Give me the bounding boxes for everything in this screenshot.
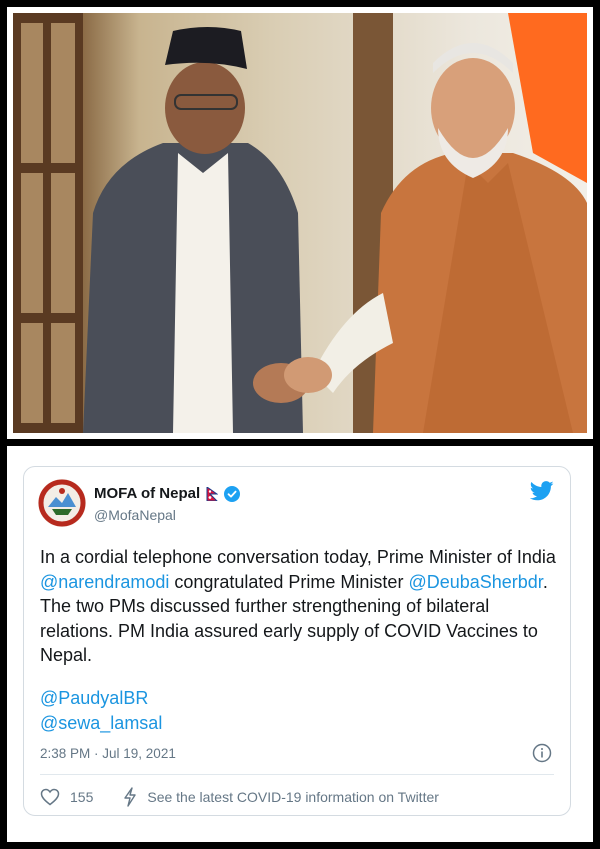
display-name[interactable]: MOFA of Nepal	[94, 485, 200, 502]
mention-link[interactable]: @narendramodi	[40, 572, 169, 592]
tweet-frame: MOFA of Nepal @MofaNepal In a cordial te…	[7, 446, 593, 842]
tweet-actions: 155 See the latest COVID-19 information …	[40, 785, 439, 809]
user-handle[interactable]: @MofaNepal	[94, 507, 176, 523]
tweet-card[interactable]: MOFA of Nepal @MofaNepal In a cordial te…	[23, 466, 571, 816]
mention-link[interactable]: @PaudyalBR	[40, 686, 162, 711]
like-count: 155	[70, 789, 94, 805]
verified-badge-icon	[224, 485, 241, 502]
twitter-bird-icon[interactable]	[530, 481, 554, 501]
heart-icon[interactable]	[40, 788, 60, 806]
mention-link[interactable]: @DeubaSherbdr	[408, 572, 542, 592]
tweet-body-text: congratulated Prime Minister	[169, 571, 409, 592]
photo-frame	[7, 7, 593, 439]
info-icon[interactable]	[532, 743, 552, 763]
mentions-list: @PaudyalBR @sewa_lamsal	[40, 686, 162, 735]
handshake-photo-art	[13, 13, 587, 433]
user-name-row[interactable]: MOFA of Nepal	[94, 485, 241, 502]
nepal-emblem-icon	[38, 479, 86, 527]
tweet-timestamp[interactable]: 2:38 PM · Jul 19, 2021	[40, 746, 176, 761]
lightning-bolt-icon	[124, 787, 137, 807]
nepal-flag-icon	[206, 486, 219, 501]
covid-info-link[interactable]: See the latest COVID-19 information on T…	[147, 789, 439, 805]
tweet-body: In a cordial telephone conversation toda…	[40, 545, 560, 668]
tweet-body-text: In a cordial telephone conversation toda…	[40, 547, 556, 567]
mention-link[interactable]: @sewa_lamsal	[40, 711, 162, 736]
divider	[40, 774, 554, 775]
handshake-photo	[13, 13, 587, 433]
avatar[interactable]	[38, 479, 86, 527]
